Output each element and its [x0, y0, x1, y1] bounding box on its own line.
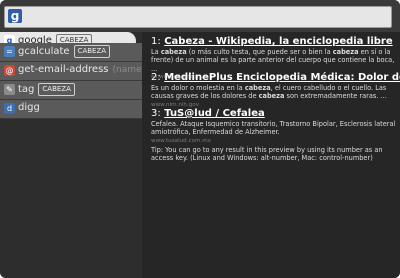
- suggestion-list: g google CABEZA = gcalculate CABEZA @ get-…: [0, 32, 145, 278]
- result-number: 3:: [151, 108, 161, 119]
- result-title-link[interactable]: MedlinePlus Enciclopedia Médica: Dolor d…: [164, 72, 400, 83]
- argument-hint: (name): [112, 65, 146, 75]
- result-title-link[interactable]: Cabeza - Wikipedia, la enciclopedia libr…: [164, 36, 392, 47]
- result-snippet: La cabeza (o más culto testa, que puede …: [151, 48, 395, 73]
- argument-pill: CABEZA: [73, 45, 111, 58]
- ubiquity-window: g g google CABEZA = gcalculate CABEZA @ ge…: [0, 0, 400, 278]
- result-snippet: Cefalea. Ataque Isquemico transitorio, T…: [151, 120, 396, 137]
- preview-pane: 1: Cabeza - Wikipedia, la enciclopedia l…: [142, 32, 400, 278]
- command-bar: g: [0, 0, 400, 33]
- suggestion-label: digg: [18, 102, 40, 113]
- command-input[interactable]: g: [4, 6, 392, 28]
- ubiquity-logo-icon: g: [8, 9, 22, 23]
- suggestion-gcalculate[interactable]: = gcalculate CABEZA: [0, 43, 142, 62]
- suggestion-digg[interactable]: d digg: [0, 100, 142, 119]
- suggestion-get-email-address[interactable]: @ get-email-address (name): [0, 62, 145, 81]
- tag-icon: ✎: [4, 84, 15, 95]
- result-snippet: Es un dolor o molestia en la cabeza, el …: [151, 84, 387, 101]
- suggestion-label: gcalculate: [18, 46, 70, 57]
- calculator-icon: =: [4, 46, 15, 57]
- suggestion-tag[interactable]: ✎ tag CABEZA: [0, 81, 142, 100]
- access-key-tip: Tip: You can go to any result in this pr…: [151, 146, 383, 163]
- search-result: 3: TuS@lud / Cefalea Cefalea. Ataque Isq…: [151, 108, 396, 144]
- result-title-link[interactable]: TuS@lud / Cefalea: [164, 108, 265, 119]
- result-number: 1:: [151, 36, 161, 47]
- email-icon: @: [4, 65, 15, 76]
- argument-pill: CABEZA: [38, 83, 75, 96]
- result-url: www.nlm.nih.gov: [151, 101, 200, 108]
- result-url: www.tusalud.com.mx: [151, 137, 211, 144]
- result-number: 2:: [151, 72, 161, 83]
- search-result: 2: MedlinePlus Enciclopedia Médica: Dolo…: [151, 72, 400, 108]
- suggestion-label: get-email-address: [18, 64, 109, 75]
- suggestion-label: tag: [18, 84, 35, 95]
- digg-icon: d: [4, 103, 15, 114]
